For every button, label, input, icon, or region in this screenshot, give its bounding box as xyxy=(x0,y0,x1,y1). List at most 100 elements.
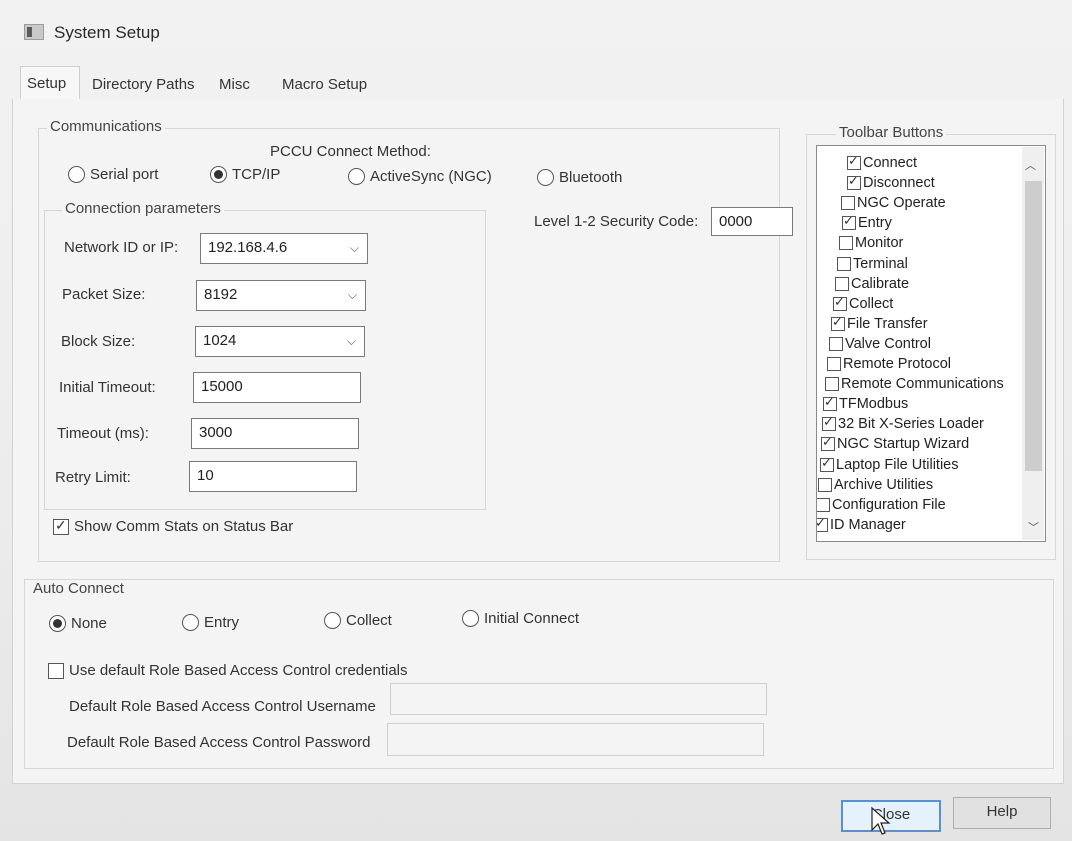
network-id-combo[interactable]: 192.168.4.6 ⌵ xyxy=(200,233,368,264)
checkbox-box[interactable] xyxy=(837,256,851,271)
checkbox-box[interactable] xyxy=(842,213,856,231)
chevron-down-icon[interactable]: ⌵ xyxy=(347,327,356,355)
radio-tcpip[interactable]: TCP/IP xyxy=(210,166,280,183)
chevron-down-icon[interactable]: ⌵ xyxy=(350,234,359,262)
checkbox-box[interactable] xyxy=(833,294,847,311)
scroll-thumb[interactable] xyxy=(1025,181,1042,471)
checkbox-box[interactable] xyxy=(825,377,839,392)
toolbar-item-label: Remote Communications xyxy=(841,376,1004,393)
toolbar-item-label: Entry xyxy=(858,215,892,232)
radio-auto-initial-connect-label: Initial Connect xyxy=(484,610,580,627)
radio-dot xyxy=(324,612,341,629)
toolbar-item[interactable]: File Transfer xyxy=(831,314,928,334)
toolbar-item[interactable]: Connect xyxy=(847,153,917,173)
toolbar-buttons-list[interactable]: Connect Disconnect NGC Operate Entry Monitor… xyxy=(816,145,1046,542)
radio-bluetooth-label: Bluetooth xyxy=(559,169,623,186)
show-comm-stats-checkbox[interactable]: Show Comm Stats on Status Bar xyxy=(53,517,293,535)
toolbar-item[interactable]: Disconnect xyxy=(847,173,935,193)
toolbar-item-label: NGC Startup Wizard xyxy=(837,436,970,453)
radio-auto-collect[interactable]: Collect xyxy=(324,612,392,629)
radio-auto-initial-connect[interactable]: Initial Connect xyxy=(462,610,579,627)
toolbar-item[interactable]: NGC Startup Wizard xyxy=(821,434,969,454)
checkbox-box[interactable] xyxy=(847,153,861,170)
initial-timeout-input[interactable]: 15000 xyxy=(193,372,361,403)
radio-auto-entry-label: Entry xyxy=(204,614,240,631)
toolbar-item[interactable]: Configuration File xyxy=(817,495,946,515)
checkbox-box xyxy=(48,662,64,679)
block-size-combo[interactable]: 1024 ⌵ xyxy=(195,326,365,357)
packet-size-combo[interactable]: 8192 ⌵ xyxy=(196,280,366,311)
radio-bluetooth[interactable]: Bluetooth xyxy=(537,169,622,186)
toolbar-item[interactable]: Monitor xyxy=(839,233,903,253)
radio-auto-none[interactable]: None xyxy=(49,615,107,632)
toolbar-item-label: Connect xyxy=(863,155,918,171)
toolbar-item-label: 32 Bit X-Series Loader xyxy=(838,416,984,433)
help-button[interactable]: Help xyxy=(953,797,1051,829)
toolbar-item[interactable]: Remote Communications xyxy=(825,374,1004,394)
tab-setup[interactable]: Setup xyxy=(20,66,80,100)
tab-directory-paths[interactable]: Directory Paths xyxy=(86,70,208,100)
toolbar-item[interactable]: 32 Bit X-Series Loader xyxy=(822,414,984,434)
list-scrollbar[interactable]: ︿ ﹀ xyxy=(1022,147,1044,540)
tab-misc[interactable]: Misc xyxy=(213,70,265,100)
checkbox-box[interactable] xyxy=(817,497,830,512)
security-code-input[interactable]: 0000 xyxy=(711,207,793,236)
radio-serial-port[interactable]: Serial port xyxy=(68,166,158,183)
rbac-checkbox[interactable]: Use default Role Based Access Control cr… xyxy=(48,662,408,679)
checkbox-box[interactable] xyxy=(829,336,843,351)
toolbar-item[interactable]: Remote Protocol xyxy=(827,354,951,374)
checkbox-box[interactable] xyxy=(847,173,861,191)
toolbar-item[interactable]: Entry xyxy=(842,213,892,233)
radio-dot xyxy=(68,166,85,183)
checkbox-box[interactable] xyxy=(818,477,832,492)
checkbox-box[interactable] xyxy=(823,394,837,412)
rbac-label: Use default Role Based Access Control cr… xyxy=(69,662,408,679)
chevron-up-icon[interactable]: ︿ xyxy=(1025,157,1036,173)
retry-limit-label: Retry Limit: xyxy=(55,469,131,486)
retry-limit-input[interactable]: 10 xyxy=(189,461,357,492)
checkbox-box[interactable] xyxy=(821,434,835,452)
checkbox-box[interactable] xyxy=(817,515,828,532)
rbac-password-label: Default Role Based Access Control Passwo… xyxy=(67,734,371,751)
checkbox-box[interactable] xyxy=(827,357,841,371)
radio-auto-entry[interactable]: Entry xyxy=(182,614,239,631)
radio-dot xyxy=(49,615,66,632)
tab-macro-setup[interactable]: Macro Setup xyxy=(276,70,380,100)
connect-method-label: PCCU Connect Method: xyxy=(270,143,431,160)
rbac-password-input[interactable] xyxy=(387,723,764,756)
radio-auto-collect-label: Collect xyxy=(346,612,392,629)
toolbar-item[interactable]: Archive Utilities xyxy=(818,475,933,495)
window-title: System Setup xyxy=(54,23,160,42)
toolbar-item[interactable]: TFModbus xyxy=(823,394,908,414)
toolbar-item[interactable]: Terminal xyxy=(837,254,908,274)
checkbox-box[interactable] xyxy=(841,196,855,211)
checkbox-box[interactable] xyxy=(820,455,834,472)
toolbar-item[interactable]: Collect xyxy=(833,294,893,314)
radio-serial-port-label: Serial port xyxy=(90,166,159,183)
chevron-down-icon[interactable]: ﹀ xyxy=(1028,519,1039,535)
toolbar-item[interactable]: Calibrate xyxy=(835,274,909,294)
toolbar-item[interactable]: Valve Control xyxy=(829,334,931,354)
toolbar-item-label: File Transfer xyxy=(847,315,928,332)
checkbox-box[interactable] xyxy=(831,314,845,331)
radio-auto-none-label: None xyxy=(71,615,107,632)
rbac-username-input[interactable] xyxy=(390,683,767,715)
packet-size-label: Packet Size: xyxy=(62,286,146,303)
radio-activesync[interactable]: ActiveSync (NGC) xyxy=(348,168,492,185)
toolbar-item-label: Valve Control xyxy=(845,335,931,352)
timeout-input[interactable]: 3000 xyxy=(191,418,359,449)
initial-timeout-label: Initial Timeout: xyxy=(59,379,156,396)
chevron-down-icon[interactable]: ⌵ xyxy=(348,281,357,309)
auto-connect-label: Auto Connect xyxy=(30,580,127,597)
checkbox-box[interactable] xyxy=(839,236,853,251)
radio-dot xyxy=(537,169,554,186)
checkbox-box[interactable] xyxy=(822,414,836,432)
connection-parameters-label: Connection parameters xyxy=(62,200,224,217)
checkbox-box[interactable] xyxy=(835,276,849,291)
radio-dot xyxy=(182,614,199,631)
toolbar-item[interactable]: ID Manager xyxy=(817,515,906,535)
toolbar-item-label: TFModbus xyxy=(839,396,909,413)
toolbar-item[interactable]: NGC Operate xyxy=(841,193,946,213)
network-id-value: 192.168.4.6 xyxy=(208,239,288,256)
toolbar-item[interactable]: Laptop File Utilities xyxy=(820,455,959,475)
